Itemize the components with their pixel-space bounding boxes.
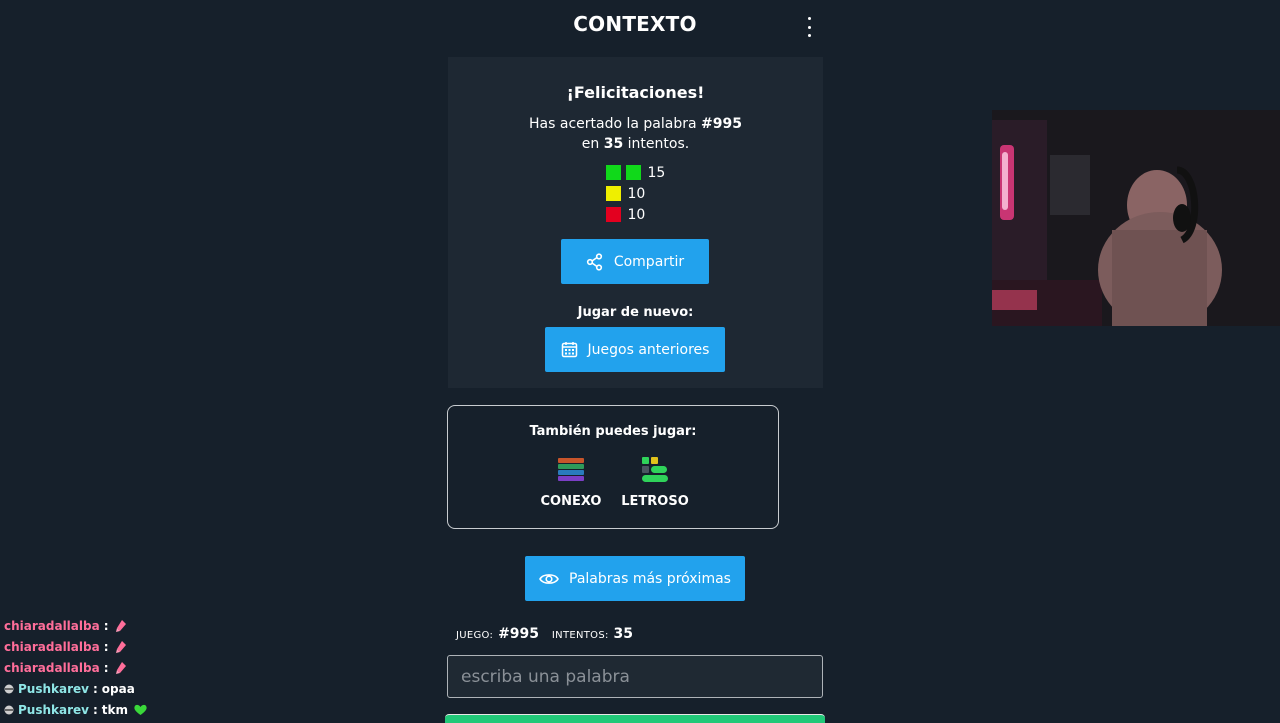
chat-separator: : <box>92 702 98 717</box>
green-square <box>605 165 621 180</box>
chat-message: chiaradallalba : <box>4 657 147 678</box>
chat-text: tkm <box>101 702 129 717</box>
attempts-suffix: intentos. <box>623 136 690 152</box>
chat-separator: : <box>92 681 98 696</box>
game-info: JUEGO: #995 INTENTOS: 35 <box>456 626 641 642</box>
game-label: JUEGO: <box>456 630 494 641</box>
chat-message: Pushkarev : tkm <box>4 699 147 720</box>
game-number: #995 <box>498 626 540 642</box>
chat-message: chiaradallalba : <box>4 636 147 657</box>
stat-count-yellow: 10 <box>627 185 646 202</box>
stat-row-green: 15 <box>605 162 686 183</box>
chat-separator: : <box>103 618 109 633</box>
attempts-prefix: en <box>581 136 604 152</box>
solved-game-number: #995 <box>701 116 742 132</box>
yellow-square <box>605 186 621 201</box>
chat-separator: : <box>103 639 109 654</box>
word-input[interactable] <box>447 655 823 698</box>
closest-words-button[interactable]: Palabras más próximas <box>525 556 745 601</box>
congrats-title: ¡Felicitaciones! <box>566 83 705 102</box>
attempts-count: 35 <box>603 136 624 152</box>
play-again-label: Jugar de nuevo: <box>577 305 694 320</box>
previous-games-button[interactable]: Juegos anteriores <box>545 327 725 372</box>
green-square <box>625 165 641 180</box>
red-square <box>605 207 621 222</box>
solved-text-prefix: Has acertado la palabra <box>529 116 702 132</box>
attempts-value: 35 <box>613 626 634 642</box>
chat-username: chiaradallalba <box>4 639 100 654</box>
bits-badge-icon <box>4 684 14 694</box>
conexo-name: CONEXO <box>540 494 602 509</box>
stat-row-yellow: 10 <box>605 183 686 204</box>
chat-overlay: chiaradallalba : chiaradallalba : chiara… <box>4 615 147 720</box>
chat-username: Pushkarev <box>18 681 89 696</box>
stat-count-red: 10 <box>627 206 646 223</box>
letroso-logo-icon <box>641 457 669 488</box>
eye-icon <box>539 572 559 586</box>
chat-username: chiaradallalba <box>4 660 100 675</box>
webcam-overlay <box>992 110 1280 326</box>
previous-games-label: Juegos anteriores <box>587 341 710 358</box>
letroso-link[interactable]: LETROSO <box>610 456 700 509</box>
also-play-title: También puedes jugar: <box>529 424 697 439</box>
kebab-menu-icon[interactable] <box>801 17 817 37</box>
calendar-icon <box>561 341 578 358</box>
conexo-logo-icon <box>557 458 585 488</box>
conexo-link[interactable]: CONEXO <box>526 456 616 509</box>
share-icon <box>586 252 604 271</box>
submit-button[interactable] <box>445 714 825 723</box>
closest-words-label: Palabras más próximas <box>569 570 731 587</box>
attempts-label: INTENTOS: <box>551 630 609 641</box>
letroso-name: LETROSO <box>621 494 689 509</box>
green-heart-emote-icon <box>134 704 147 716</box>
rocket-emote-icon <box>115 661 127 675</box>
stat-count-green: 15 <box>647 164 666 181</box>
also-play-box: También puedes jugar: CONEXO LETROSO <box>447 405 779 529</box>
chat-message: Pushkarev : opaa <box>4 678 147 699</box>
chat-message: chiaradallalba : <box>4 615 147 636</box>
app-title: CONTEXTO <box>573 12 697 36</box>
chat-separator: : <box>103 660 109 675</box>
share-button[interactable]: Compartir <box>561 239 709 284</box>
rocket-emote-icon <box>115 640 127 654</box>
chat-text: opaa <box>101 681 135 696</box>
stat-row-red: 10 <box>605 204 686 225</box>
chat-username: Pushkarev <box>18 702 89 717</box>
share-label: Compartir <box>613 253 685 270</box>
guess-stats: 15 10 10 <box>586 162 686 225</box>
solved-message: Has acertado la palabra #995 en 35 inten… <box>448 114 823 154</box>
rocket-emote-icon <box>115 619 127 633</box>
bits-badge-icon <box>4 705 14 715</box>
chat-username: chiaradallalba <box>4 618 100 633</box>
